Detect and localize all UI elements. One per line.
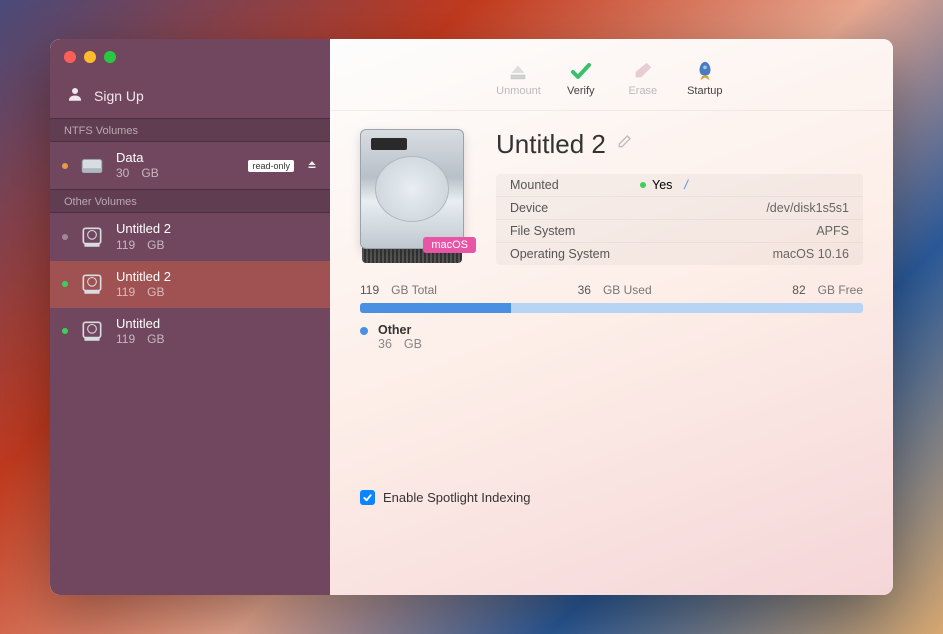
volume-title: Untitled 2 [496, 129, 606, 160]
user-icon [66, 85, 84, 106]
sidebar-volume-item[interactable]: Untitled119GB [50, 308, 330, 355]
verify-button[interactable]: Verify [559, 59, 603, 97]
startup-label: Startup [687, 85, 722, 97]
erase-label: Erase [628, 85, 657, 97]
usage-bar [360, 303, 863, 313]
drive-external-icon [78, 152, 106, 180]
drive-internal-icon [78, 223, 106, 251]
volume-detail-header: macOS Untitled 2 Mounted Yes [330, 111, 893, 265]
sidebar-section-header: Other Volumes [50, 189, 330, 213]
sidebar-volume-item[interactable]: Data30GB read-only [50, 142, 330, 189]
status-dot [62, 163, 68, 169]
prop-row-mounted: Mounted Yes / [496, 174, 863, 197]
spotlight-label: Enable Spotlight Indexing [383, 490, 530, 505]
eject-button[interactable] [306, 157, 318, 175]
used-size-label: GB Used [603, 283, 652, 297]
toolbar: Unmount Verify Erase Startup [330, 39, 893, 111]
free-size-label: GB Free [818, 283, 863, 297]
legend-size-num: 36 [378, 337, 392, 351]
close-window-button[interactable] [64, 51, 76, 63]
volume-size: 30GB [116, 166, 238, 181]
app-window: Sign Up NTFS Volumes Data30GB read-only Oth… [50, 39, 893, 595]
mount-path: / [684, 178, 687, 192]
unmount-label: Unmount [496, 85, 541, 97]
signup-label: Sign Up [94, 88, 144, 104]
minimize-window-button[interactable] [84, 51, 96, 63]
status-dot [62, 281, 68, 287]
startup-button[interactable]: Startup [683, 59, 727, 97]
prop-label: Device [510, 201, 640, 215]
prop-value: macOS 10.16 [773, 247, 849, 261]
spotlight-checkbox[interactable] [360, 490, 375, 505]
prop-label: Mounted [510, 178, 640, 192]
free-size-num: 82 [792, 283, 805, 297]
volume-name: Untitled 2 [116, 221, 318, 237]
legend-size-unit: GB [404, 337, 422, 351]
property-table: Mounted Yes / Device /dev/disk1s5s1 File… [496, 174, 863, 265]
erase-button: Erase [621, 59, 665, 97]
used-size-num: 36 [578, 283, 591, 297]
content-pane: Unmount Verify Erase Startup [330, 39, 893, 595]
sidebar-volume-item[interactable]: Untitled 2119GB [50, 261, 330, 308]
volume-name: Untitled 2 [116, 269, 318, 285]
spotlight-row: Enable Spotlight Indexing [330, 472, 893, 505]
verify-label: Verify [567, 85, 595, 97]
prop-row-os: Operating System macOS 10.16 [496, 243, 863, 265]
readonly-badge: read-only [248, 160, 294, 172]
unmount-button: Unmount [496, 59, 541, 97]
eject-icon [506, 59, 530, 83]
status-dot-green [640, 182, 646, 188]
status-dot [62, 234, 68, 240]
check-icon [569, 59, 593, 83]
window-controls [64, 51, 116, 63]
prop-row-device: Device /dev/disk1s5s1 [496, 197, 863, 220]
legend-dot-icon [360, 327, 368, 335]
legend-name: Other [378, 323, 422, 337]
sidebar-volume-item[interactable]: Untitled 2119GB [50, 213, 330, 260]
sidebar-section-header: NTFS Volumes [50, 118, 330, 142]
prop-value: APFS [816, 224, 849, 238]
eraser-icon [631, 59, 655, 83]
volume-size: 119GB [116, 285, 318, 300]
volume-size: 119GB [116, 238, 318, 253]
drive-internal-icon [78, 317, 106, 345]
os-badge: macOS [423, 237, 476, 253]
prop-value: Yes [652, 178, 672, 192]
usage-legend: Other 36 GB [360, 323, 863, 351]
prop-label: File System [510, 224, 640, 238]
status-dot [62, 328, 68, 334]
volume-name: Data [116, 150, 238, 166]
drive-internal-icon [78, 270, 106, 298]
drive-illustration: macOS [360, 129, 470, 265]
edit-name-button[interactable] [616, 134, 632, 155]
maximize-window-button[interactable] [104, 51, 116, 63]
rocket-icon [693, 59, 717, 83]
prop-label: Operating System [510, 247, 640, 261]
usage-section: 119 GB Total 36 GB Used 82 GB Free Other [330, 265, 893, 351]
total-size-label: GB Total [391, 283, 437, 297]
total-size-num: 119 [360, 283, 379, 297]
usage-bar-fill [360, 303, 511, 313]
prop-value: /dev/disk1s5s1 [766, 201, 849, 215]
sidebar: Sign Up NTFS Volumes Data30GB read-only Oth… [50, 39, 330, 595]
signup-button[interactable]: Sign Up [50, 81, 330, 118]
volume-name: Untitled [116, 316, 318, 332]
prop-row-filesystem: File System APFS [496, 220, 863, 243]
volume-size: 119GB [116, 332, 318, 347]
